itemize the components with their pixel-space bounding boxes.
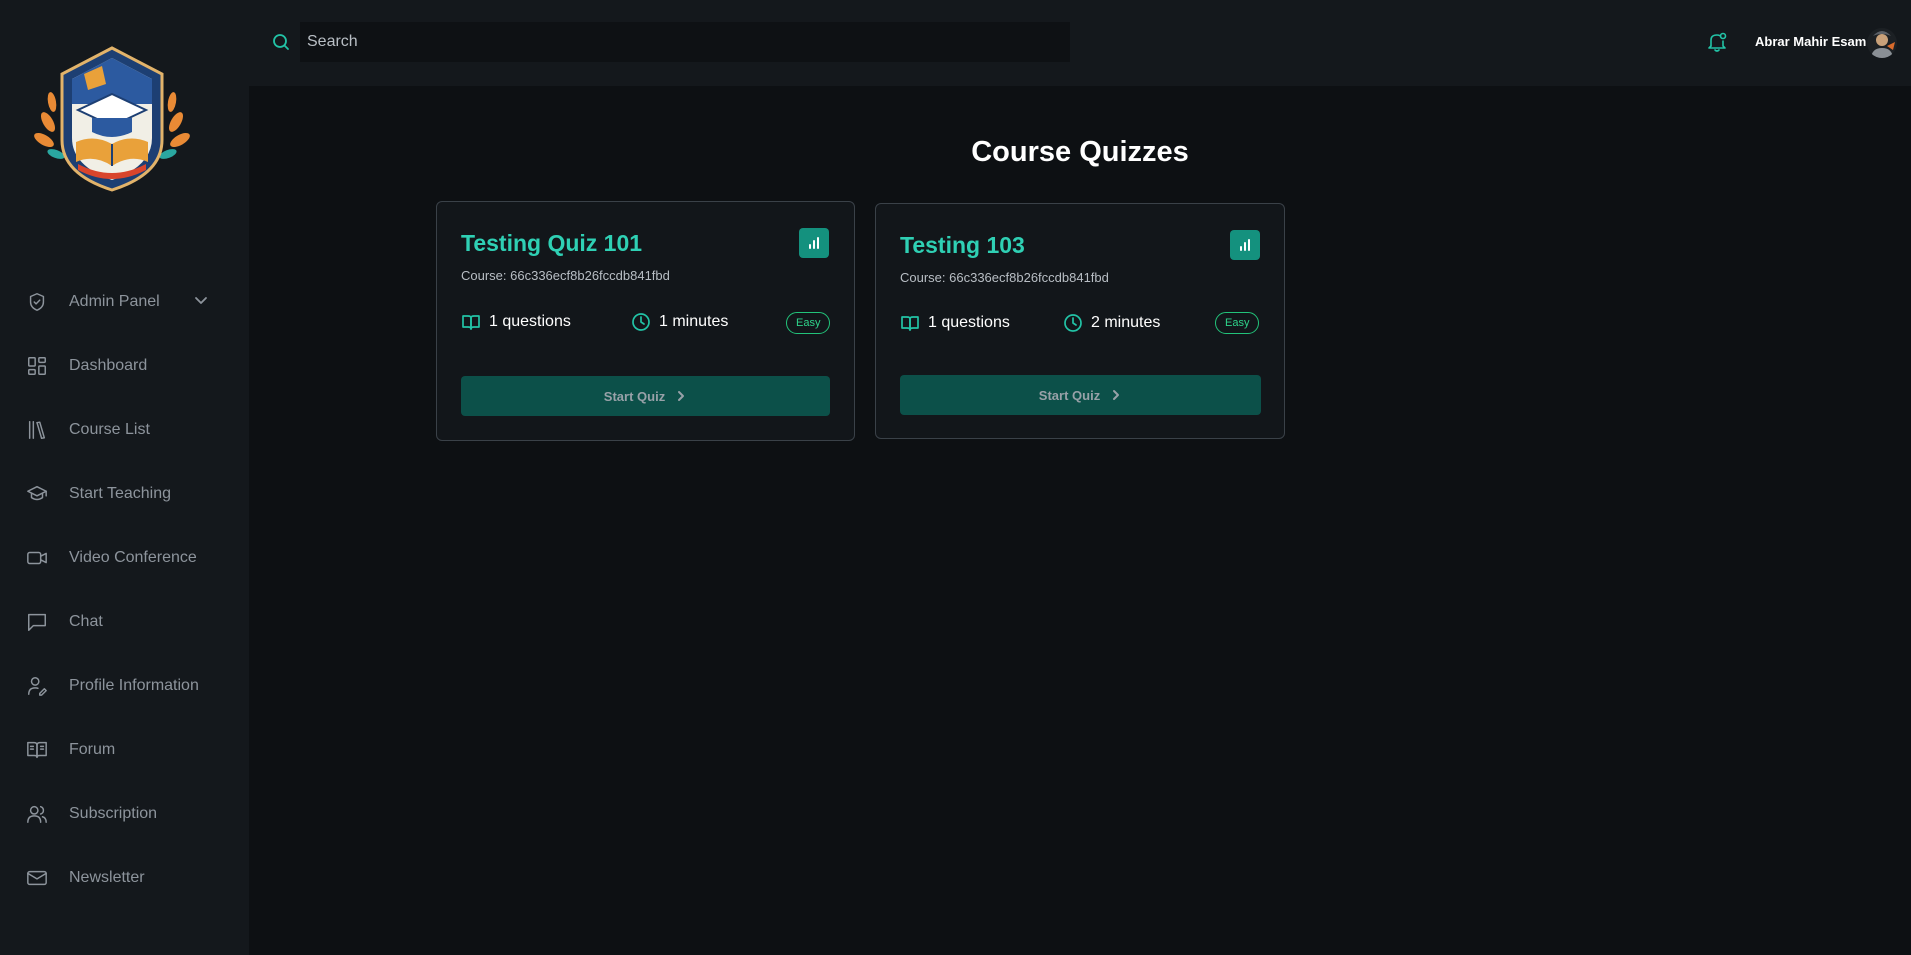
quiz-card: Testing Quiz 101 Course: 66c336ecf8b26fc… [436, 201, 855, 441]
clock-icon [632, 313, 650, 331]
library-icon [26, 419, 48, 441]
user-name[interactable]: Abrar Mahir Esam [1755, 34, 1866, 49]
difficulty-badge: Easy [1215, 312, 1260, 334]
bar-chart-icon [1240, 239, 1250, 251]
start-quiz-label: Start Quiz [603, 388, 666, 404]
logo-emblem-icon [34, 46, 190, 192]
shield-check-icon [26, 291, 48, 313]
quiz-stats-button[interactable] [799, 228, 829, 258]
sidebar-item-label: Dashboard [69, 357, 148, 374]
chat-icon [26, 611, 48, 633]
quiz-questions-text: 1 questions [489, 313, 571, 330]
logo[interactable] [34, 44, 190, 194]
quiz-questions: 1 questions [900, 313, 1010, 333]
quiz-title: Testing 103 [900, 232, 1025, 258]
sidebar-item-course-list[interactable]: Course List [0, 398, 249, 462]
users-icon [26, 803, 48, 825]
sidebar-item-label: Course List [69, 421, 150, 438]
mail-icon [26, 867, 48, 889]
notification-bell-icon[interactable] [1705, 30, 1729, 54]
sidebar-item-label: Profile Information [69, 677, 199, 694]
quiz-questions: 1 questions [461, 312, 571, 332]
sidebar-item-newsletter[interactable]: Newsletter [0, 846, 249, 910]
chevron-right-icon [678, 391, 685, 401]
quiz-card: Testing 103 Course: 66c336ecf8b26fccdb84… [875, 203, 1285, 439]
book-open-text-icon [26, 739, 48, 761]
graduation-cap-icon [26, 483, 48, 505]
avatar[interactable] [1867, 28, 1897, 58]
sidebar-item-label: Admin Panel [69, 293, 160, 310]
sidebar-item-start-teaching[interactable]: Start Teaching [0, 462, 249, 526]
start-quiz-label: Start Quiz [1038, 387, 1101, 403]
difficulty-badge: Easy [786, 312, 831, 334]
quiz-course: Course: 66c336ecf8b26fccdb841fbd [900, 270, 1109, 285]
quiz-questions-text: 1 questions [928, 314, 1010, 331]
dashboard-icon [26, 355, 48, 377]
quiz-duration-text: 2 minutes [1091, 314, 1161, 331]
quiz-duration: 1 minutes [631, 312, 728, 332]
sidebar-item-forum[interactable]: Forum [0, 718, 249, 782]
quiz-duration-text: 1 minutes [659, 313, 729, 330]
quiz-stats-button[interactable] [1230, 230, 1260, 260]
sidebar: Admin Panel Dashboard Course List Start … [0, 0, 249, 955]
sidebar-item-label: Subscription [69, 805, 158, 822]
sidebar-item-chat[interactable]: Chat [0, 590, 249, 654]
sidebar-item-label: Video Conference [69, 549, 197, 566]
quiz-title: Testing Quiz 101 [461, 230, 643, 256]
clock-icon [1064, 314, 1082, 332]
sidebar-item-dashboard[interactable]: Dashboard [0, 334, 249, 398]
sidebar-item-admin-panel[interactable]: Admin Panel [0, 270, 249, 334]
sidebar-item-profile-information[interactable]: Profile Information [0, 654, 249, 718]
quiz-course: Course: 66c336ecf8b26fccdb841fbd [461, 268, 670, 283]
sidebar-item-label: Newsletter [69, 869, 145, 886]
start-quiz-button[interactable]: Start Quiz [461, 376, 830, 416]
sidebar-item-label: Forum [69, 741, 116, 758]
search-icon[interactable] [271, 32, 291, 52]
sidebar-item-label: Start Teaching [69, 485, 171, 502]
bar-chart-icon [809, 237, 819, 249]
chevron-down-icon[interactable] [193, 292, 209, 308]
book-open-icon [462, 315, 480, 330]
page-title: Course Quizzes [971, 136, 1189, 168]
sidebar-item-label: Chat [69, 613, 103, 630]
avatar-image-icon [1867, 28, 1897, 58]
video-icon [26, 547, 48, 569]
top-bar: Abrar Mahir Esam [249, 0, 1911, 86]
sidebar-nav: Admin Panel Dashboard Course List Start … [0, 270, 249, 910]
quiz-duration: 2 minutes [1063, 313, 1160, 333]
book-open-icon [901, 316, 919, 331]
chevron-right-icon [1113, 390, 1120, 400]
user-edit-icon [26, 675, 48, 697]
sidebar-item-subscription[interactable]: Subscription [0, 782, 249, 846]
start-quiz-button[interactable]: Start Quiz [900, 375, 1261, 415]
sidebar-item-video-conference[interactable]: Video Conference [0, 526, 249, 590]
search-input[interactable] [300, 22, 1070, 62]
